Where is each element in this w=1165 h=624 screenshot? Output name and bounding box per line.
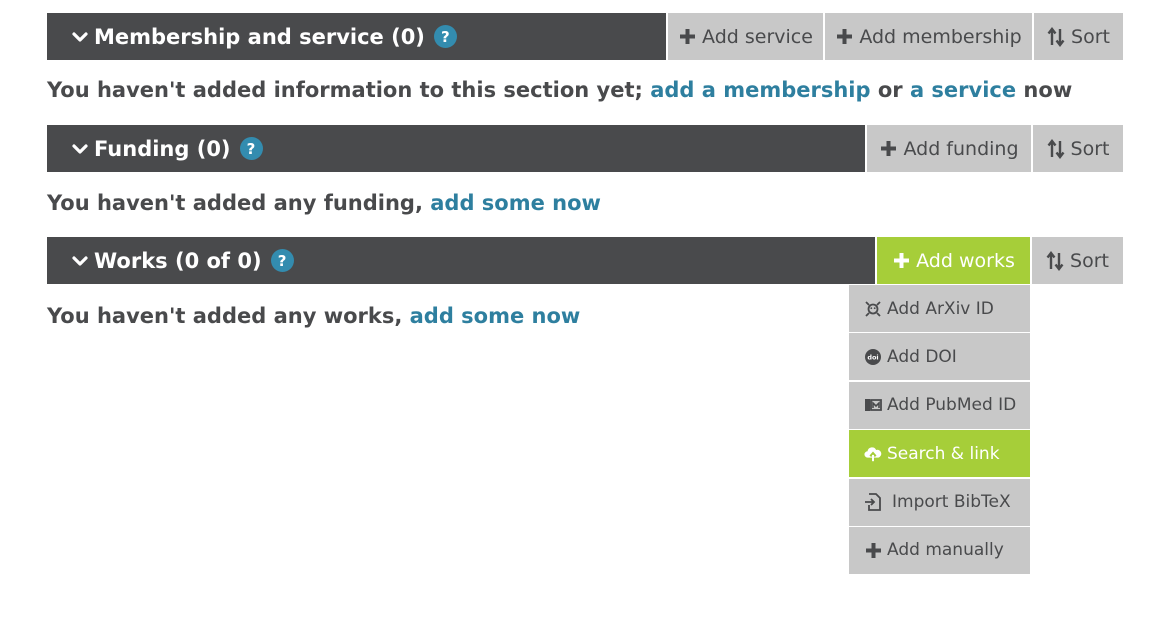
sort-icon <box>1047 138 1065 159</box>
add-works-button[interactable]: Add works <box>875 237 1030 284</box>
sort-icon <box>1047 26 1065 47</box>
funding-section-header: Funding (0) ? Add funding Sort <box>47 125 1123 172</box>
empty-message-text: now <box>1016 78 1073 102</box>
empty-message-text: You haven't added any works, <box>47 304 410 328</box>
works-title-text: Works (0 of 0) <box>94 248 262 273</box>
add-membership-link[interactable]: add a membership <box>650 78 870 102</box>
add-service-link[interactable]: a service <box>910 78 1016 102</box>
menu-item-search-and-link[interactable]: Search & link <box>849 430 1030 478</box>
menu-item-import-bibtex[interactable]: Import BibTeX <box>849 478 1030 526</box>
add-service-label: Add service <box>702 25 813 48</box>
menu-item-label: Search & link <box>887 443 1000 464</box>
membership-section-title[interactable]: Membership and service (0) ? <box>47 13 666 60</box>
chevron-down-icon[interactable] <box>71 252 89 270</box>
works-section-header: Works (0 of 0) ? Add works Sort <box>47 237 1123 284</box>
add-service-button[interactable]: Add service <box>666 13 823 60</box>
works-empty-message: You haven't added any works, add some no… <box>47 304 580 328</box>
help-icon[interactable]: ? <box>270 249 294 272</box>
sort-button[interactable]: Sort <box>1030 237 1123 284</box>
sort-label: Sort <box>1070 249 1109 272</box>
sort-button[interactable]: Sort <box>1031 125 1123 172</box>
plus-icon <box>678 27 696 47</box>
add-membership-label: Add membership <box>859 25 1022 48</box>
sort-label: Sort <box>1071 25 1110 48</box>
chevron-down-icon[interactable] <box>71 140 89 158</box>
plus-icon <box>879 139 897 159</box>
add-membership-button[interactable]: Add membership <box>823 13 1032 60</box>
works-section-title[interactable]: Works (0 of 0) ? <box>47 237 875 284</box>
doi-icon: doi <box>864 348 882 366</box>
add-funding-label: Add funding <box>903 137 1019 160</box>
add-works-label: Add works <box>916 249 1015 272</box>
import-file-icon <box>864 493 882 511</box>
menu-item-label: Import BibTeX <box>892 492 1011 513</box>
plus-icon <box>892 251 910 271</box>
add-works-link[interactable]: add some now <box>410 304 581 328</box>
svg-text:doi: doi <box>867 353 878 361</box>
menu-item-add-manually[interactable]: Add manually <box>849 526 1030 574</box>
menu-item-label: Add ArXiv ID <box>887 298 994 319</box>
sort-icon <box>1046 250 1064 271</box>
menu-item-add-pubmed-id[interactable]: Add PubMed ID <box>849 381 1030 429</box>
menu-item-label: Add DOI <box>887 346 957 367</box>
empty-message-text: You haven't added information to this se… <box>47 78 651 102</box>
menu-item-add-doi[interactable]: doi Add DOI <box>849 333 1030 381</box>
arxiv-icon <box>864 300 882 318</box>
sort-button[interactable]: Sort <box>1032 13 1123 60</box>
funding-section-title[interactable]: Funding (0) ? <box>47 125 865 172</box>
add-works-dropdown-menu: Add ArXiv ID doi Add DOI Add PubMed ID S… <box>849 285 1030 575</box>
empty-message-text: You haven't added any funding, <box>47 191 431 215</box>
menu-item-label: Add PubMed ID <box>887 395 1017 416</box>
add-funding-link[interactable]: add some now <box>430 191 601 215</box>
menu-item-add-arxiv-id[interactable]: Add ArXiv ID <box>849 285 1030 332</box>
menu-item-label: Add manually <box>887 540 1004 561</box>
chevron-down-icon[interactable] <box>71 28 89 46</box>
pubmed-icon <box>864 396 882 414</box>
membership-title-text: Membership and service (0) <box>94 24 425 49</box>
plus-icon <box>864 541 882 559</box>
membership-empty-message: You haven't added information to this se… <box>47 78 1072 102</box>
membership-section-header: Membership and service (0) ? Add service… <box>47 13 1123 60</box>
empty-message-text: or <box>870 78 910 102</box>
sort-label: Sort <box>1070 137 1110 160</box>
cloud-upload-icon <box>864 445 882 463</box>
help-icon[interactable]: ? <box>433 25 457 48</box>
funding-empty-message: You haven't added any funding, add some … <box>47 191 601 215</box>
plus-icon <box>835 27 853 47</box>
funding-title-text: Funding (0) <box>94 136 231 161</box>
add-funding-button[interactable]: Add funding <box>865 125 1031 172</box>
help-icon[interactable]: ? <box>239 137 263 160</box>
